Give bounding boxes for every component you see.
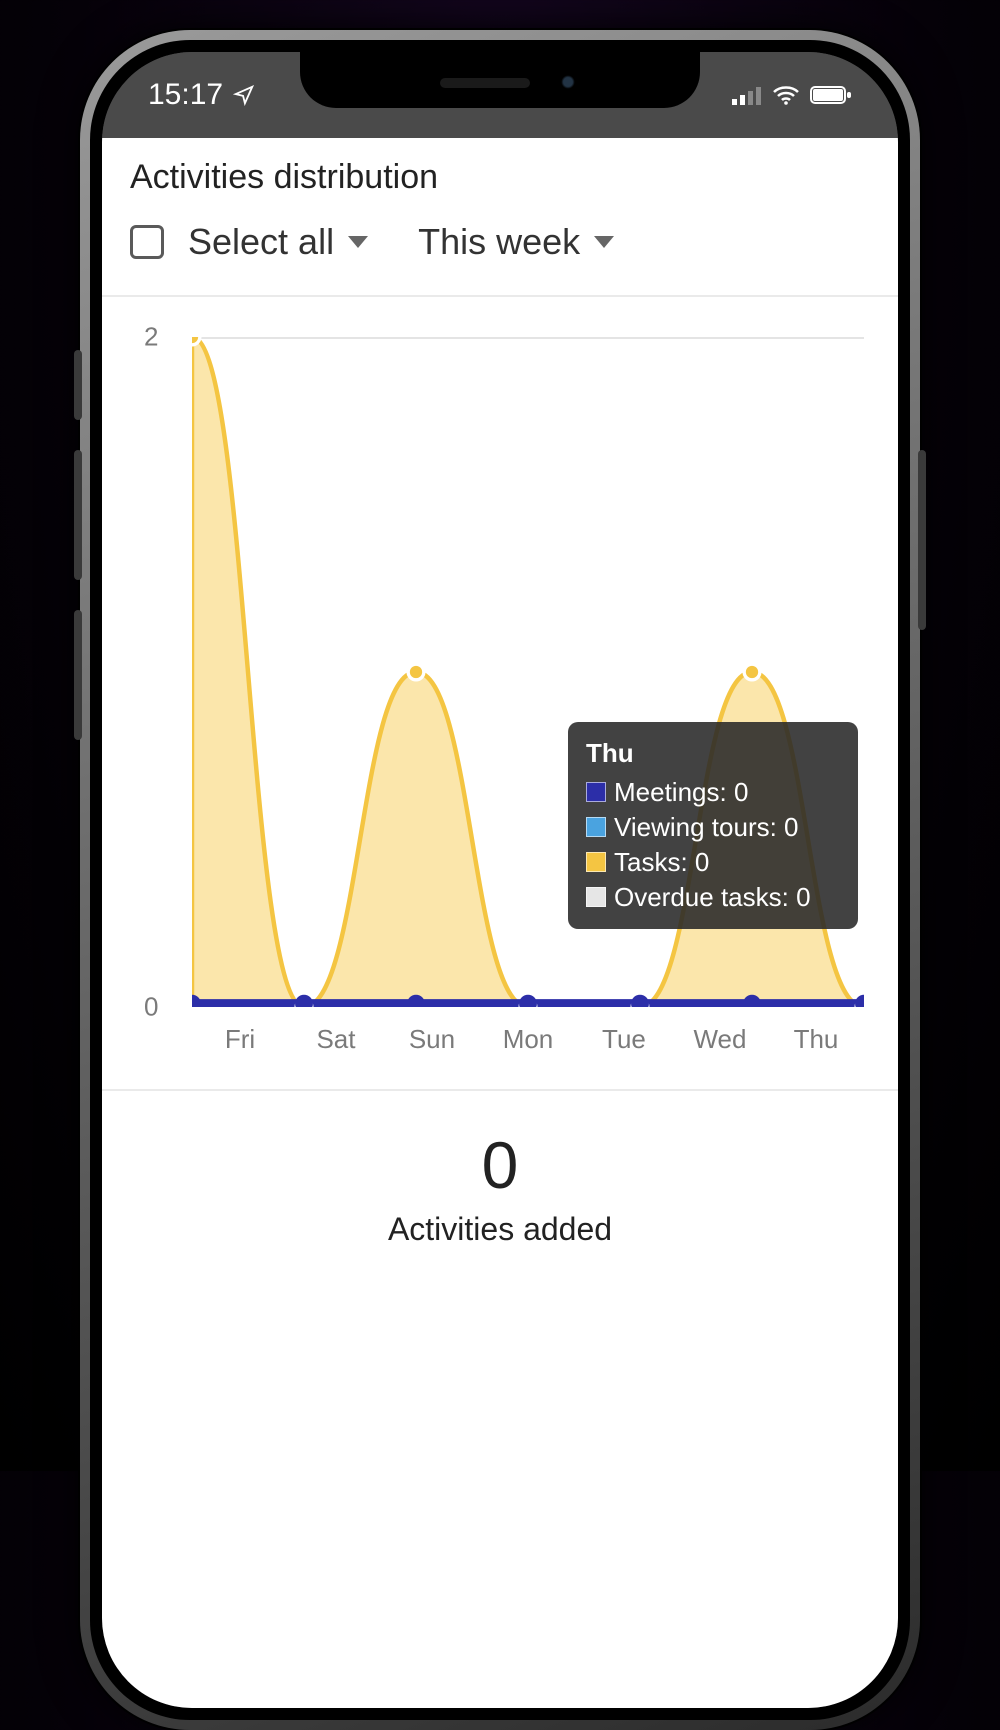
power-button bbox=[918, 450, 926, 630]
date-range-label: This week bbox=[418, 221, 580, 263]
activities-chart[interactable]: 2 0 Fri Sat Sun Mon Tue Wed Thu bbox=[122, 337, 878, 1067]
page-title: Activities distribution bbox=[102, 138, 898, 221]
swatch-viewing bbox=[586, 817, 606, 837]
x-axis-ticks: Fri Sat Sun Mon Tue Wed Thu bbox=[192, 1024, 864, 1055]
tooltip-title: Thu bbox=[586, 736, 840, 771]
x-tick: Mon bbox=[480, 1024, 576, 1055]
summary-block: 0 Activities added bbox=[102, 1091, 898, 1308]
location-icon bbox=[233, 84, 255, 106]
x-tick: Thu bbox=[768, 1024, 864, 1055]
mute-switch bbox=[74, 350, 82, 420]
swatch-overdue bbox=[586, 887, 606, 907]
swatch-tasks bbox=[586, 852, 606, 872]
status-time: 15:17 bbox=[148, 78, 223, 112]
x-tick: Wed bbox=[672, 1024, 768, 1055]
tooltip-meetings: Meetings: 0 bbox=[614, 775, 748, 810]
volume-down-button bbox=[74, 610, 82, 740]
select-all-checkbox[interactable] bbox=[130, 225, 164, 259]
volume-up-button bbox=[74, 450, 82, 580]
select-all-label: Select all bbox=[188, 221, 334, 263]
phone-notch bbox=[300, 52, 700, 108]
summary-value: 0 bbox=[102, 1127, 898, 1203]
filters-row: Select all This week bbox=[102, 221, 898, 295]
y-tick-max: 2 bbox=[144, 322, 158, 353]
tooltip-overdue: Overdue tasks: 0 bbox=[614, 880, 811, 915]
x-tick: Fri bbox=[192, 1024, 288, 1055]
y-tick-min: 0 bbox=[144, 992, 158, 1023]
select-all-dropdown[interactable]: Select all bbox=[180, 221, 376, 263]
x-tick: Sun bbox=[384, 1024, 480, 1055]
summary-label: Activities added bbox=[102, 1211, 898, 1248]
chart-container: 2 0 Fri Sat Sun Mon Tue Wed Thu bbox=[102, 297, 898, 1089]
date-range-dropdown[interactable]: This week bbox=[410, 221, 622, 263]
cellular-signal-icon bbox=[732, 85, 762, 105]
wifi-icon bbox=[772, 85, 800, 105]
chart-tooltip: Thu Meetings: 0 Viewing tours: 0 Tasks: … bbox=[568, 722, 858, 929]
phone-frame: 15:17 Acti bbox=[80, 30, 920, 1730]
chevron-down-icon bbox=[348, 236, 368, 248]
chart-plot-area: 2 0 Fri Sat Sun Mon Tue Wed Thu bbox=[192, 337, 864, 1007]
app-screen: Activities distribution Select all This … bbox=[102, 138, 898, 1708]
x-tick: Sat bbox=[288, 1024, 384, 1055]
tooltip-viewing: Viewing tours: 0 bbox=[614, 810, 799, 845]
chevron-down-icon bbox=[594, 236, 614, 248]
battery-icon bbox=[810, 85, 852, 105]
tooltip-tasks: Tasks: 0 bbox=[614, 845, 709, 880]
swatch-meetings bbox=[586, 782, 606, 802]
x-tick: Tue bbox=[576, 1024, 672, 1055]
